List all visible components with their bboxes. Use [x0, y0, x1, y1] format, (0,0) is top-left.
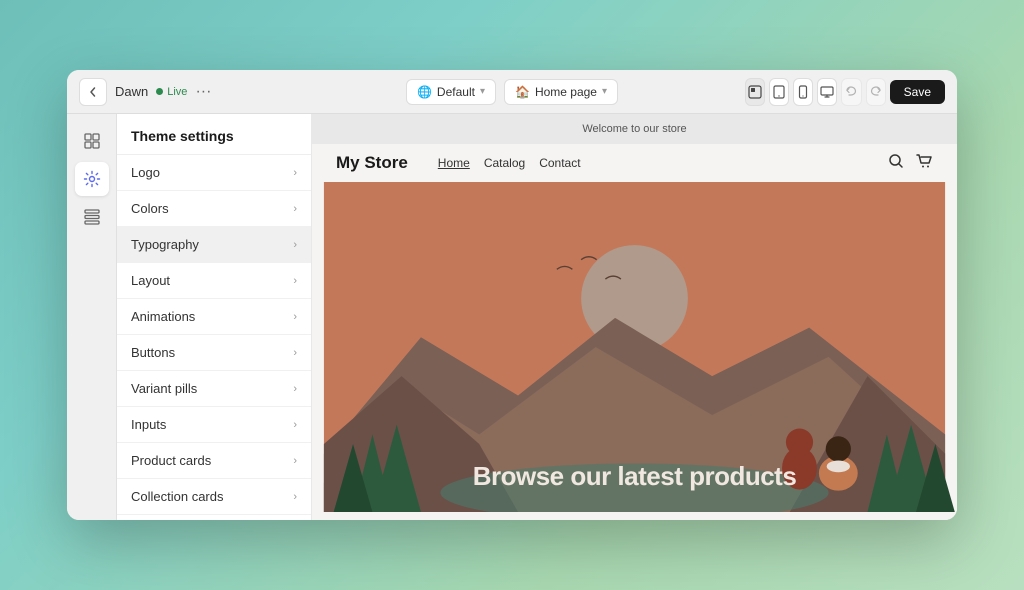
chevron-icon: ›	[293, 419, 297, 431]
chevron-icon: ›	[293, 491, 297, 503]
chevron-icon: ›	[293, 275, 297, 287]
chevron-icon: ›	[293, 239, 297, 251]
sidebar-icon-rail	[67, 114, 117, 520]
settings-item-product-cards[interactable]: Product cards ›	[117, 443, 311, 479]
titlebar-left: Dawn Live ···	[79, 78, 279, 106]
save-button[interactable]: Save	[890, 80, 945, 104]
more-button[interactable]: ···	[195, 83, 211, 101]
settings-item-blog-cards[interactable]: Blog cards ›	[117, 515, 311, 520]
hero-image: Browse our latest products	[312, 182, 957, 512]
announcement-bar: Welcome to our store	[312, 114, 957, 144]
chevron-icon: ›	[293, 311, 297, 323]
highlight-toggle-button[interactable]	[745, 78, 765, 106]
titlebar: Dawn Live ··· 🌐 Default ▾ 🏠 Home page ▾	[67, 70, 957, 114]
back-button[interactable]	[79, 78, 107, 106]
chevron-icon: ›	[293, 455, 297, 467]
main-content: Theme settings Logo › Colors › Typograph…	[67, 114, 957, 520]
settings-item-layout[interactable]: Layout ›	[117, 263, 311, 299]
store-name: Dawn	[115, 84, 148, 99]
search-icon[interactable]	[887, 152, 905, 174]
chevron-icon: ›	[293, 203, 297, 215]
nav-action-icons	[887, 152, 933, 174]
store-content: My Store Home Catalog Contact	[312, 144, 957, 520]
nav-catalog[interactable]: Catalog	[484, 156, 525, 170]
titlebar-right: Save	[745, 78, 945, 106]
chevron-icon: ›	[293, 167, 297, 179]
live-dot	[156, 88, 163, 95]
settings-item-collection-cards[interactable]: Collection cards ›	[117, 479, 311, 515]
hero-text: Browse our latest products	[473, 461, 797, 492]
main-window: Dawn Live ··· 🌐 Default ▾ 🏠 Home page ▾	[67, 70, 957, 520]
nav-contact[interactable]: Contact	[539, 156, 580, 170]
desktop-view-button[interactable]	[817, 78, 837, 106]
store-logo: My Store	[336, 153, 408, 173]
home-icon: 🏠	[515, 85, 530, 99]
settings-item-inputs[interactable]: Inputs ›	[117, 407, 311, 443]
settings-item-buttons[interactable]: Buttons ›	[117, 335, 311, 371]
nav-home[interactable]: Home	[438, 156, 470, 170]
nav-links: Home Catalog Contact	[438, 156, 867, 170]
settings-icon-button[interactable]	[75, 162, 109, 196]
tablet-view-button[interactable]	[769, 78, 789, 106]
default-selector[interactable]: 🌐 Default ▾	[406, 79, 496, 105]
mobile-view-button[interactable]	[793, 78, 813, 106]
settings-panel: Theme settings Logo › Colors › Typograph…	[117, 114, 312, 520]
homepage-selector[interactable]: 🏠 Home page ▾	[504, 79, 618, 105]
store-preview: Welcome to our store My Store Home Catal…	[312, 114, 957, 520]
settings-item-animations[interactable]: Animations ›	[117, 299, 311, 335]
live-badge: Live	[156, 86, 187, 98]
titlebar-center: 🌐 Default ▾ 🏠 Home page ▾	[287, 79, 737, 105]
settings-item-logo[interactable]: Logo ›	[117, 155, 311, 191]
settings-item-variant-pills[interactable]: Variant pills ›	[117, 371, 311, 407]
sections-icon-button[interactable]	[75, 124, 109, 158]
cart-icon[interactable]	[915, 152, 933, 174]
settings-item-typography[interactable]: Typography ›	[117, 227, 311, 263]
chevron-down-icon: ▾	[602, 86, 607, 97]
undo-button[interactable]	[841, 78, 861, 106]
redo-button[interactable]	[866, 78, 886, 106]
settings-item-colors[interactable]: Colors ›	[117, 191, 311, 227]
settings-panel-header: Theme settings	[117, 114, 311, 155]
apps-icon-button[interactable]	[75, 200, 109, 234]
chevron-icon: ›	[293, 347, 297, 359]
globe-icon: 🌐	[417, 85, 432, 99]
store-navigation: My Store Home Catalog Contact	[312, 144, 957, 182]
chevron-down-icon: ▾	[480, 86, 485, 97]
chevron-icon: ›	[293, 383, 297, 395]
